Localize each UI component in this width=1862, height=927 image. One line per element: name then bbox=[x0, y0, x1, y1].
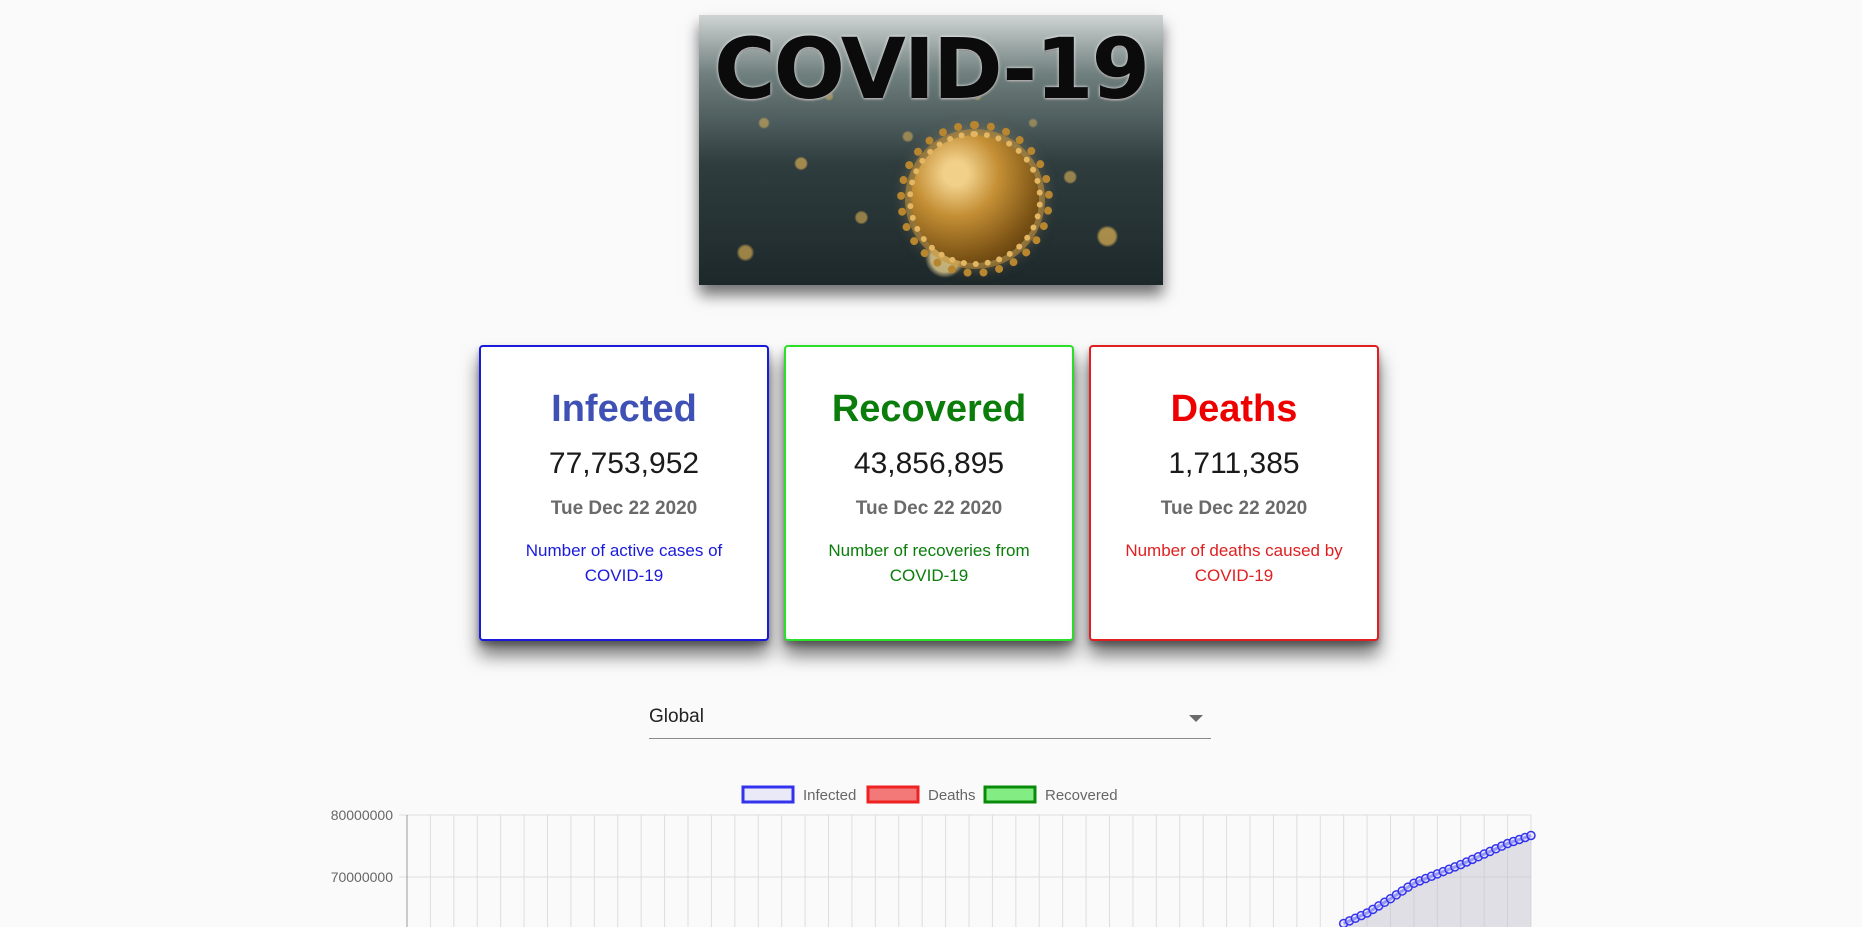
y-tick-label: 70000000 bbox=[331, 869, 394, 885]
legend-label-deaths[interactable]: Deaths bbox=[928, 787, 976, 804]
infected-date: Tue Dec 22 2020 bbox=[550, 497, 698, 519]
data-point-infected bbox=[1356, 910, 1366, 921]
data-point-infected bbox=[1491, 844, 1501, 854]
recovered-description: Number of recoveries from COVID-19 bbox=[828, 540, 1030, 585]
chart-grid bbox=[399, 814, 1532, 927]
data-point-infected bbox=[1473, 851, 1484, 862]
chart-series bbox=[1338, 830, 1536, 927]
data-point-infected bbox=[1368, 904, 1378, 915]
series-area-infected bbox=[1343, 835, 1531, 927]
data-point-infected bbox=[1461, 857, 1472, 867]
page: COVID-19 Infected 77,753,952 Tue Dec 22 … bbox=[0, 0, 1862, 927]
data-point-infected bbox=[1514, 834, 1525, 845]
chart-legend: Infected Deaths Recovered bbox=[741, 785, 1118, 804]
data-point-infected bbox=[1479, 849, 1489, 859]
data-point-infected bbox=[1350, 913, 1361, 923]
data-point-infected bbox=[1374, 901, 1384, 911]
data-point-infected bbox=[1496, 841, 1507, 851]
data-point-infected bbox=[1485, 846, 1495, 857]
infected-count: 77,753,952 bbox=[548, 446, 700, 480]
data-point-infected bbox=[1432, 869, 1443, 879]
virus-icon bbox=[897, 121, 1053, 277]
covid-banner-image: COVID-19 bbox=[699, 15, 1163, 285]
country-select-value: Global bbox=[649, 706, 704, 727]
data-point-infected bbox=[1415, 876, 1425, 886]
banner-title: COVID-19 bbox=[713, 20, 1150, 118]
legend-swatch-deaths[interactable] bbox=[866, 785, 920, 804]
data-point-infected bbox=[1450, 862, 1460, 872]
data-point-infected bbox=[1526, 830, 1536, 841]
data-point-infected bbox=[1338, 918, 1349, 927]
data-point-infected bbox=[1438, 866, 1448, 877]
deaths-date: Tue Dec 22 2020 bbox=[1160, 497, 1308, 519]
recovered-title: Recovered bbox=[831, 388, 1027, 430]
data-point-infected bbox=[1502, 838, 1513, 849]
chart-y-axis: 80000000 70000000 bbox=[331, 807, 408, 927]
legend-label-infected[interactable]: Infected bbox=[803, 787, 856, 804]
recovered-count: 43,856,895 bbox=[853, 446, 1005, 480]
data-point-infected bbox=[1444, 864, 1454, 874]
recovered-date: Tue Dec 22 2020 bbox=[855, 497, 1003, 519]
data-point-infected bbox=[1362, 908, 1372, 918]
legend-swatch-recovered[interactable] bbox=[983, 785, 1037, 804]
infected-description: Number of active cases of COVID-19 bbox=[525, 540, 723, 585]
country-select[interactable]: Global bbox=[649, 700, 1211, 739]
data-point-infected bbox=[1456, 859, 1466, 870]
infected-title: Infected bbox=[551, 388, 697, 430]
data-point-infected bbox=[1409, 878, 1419, 888]
data-point-infected bbox=[1397, 886, 1407, 896]
data-point-infected bbox=[1391, 890, 1402, 900]
data-point-infected bbox=[1426, 871, 1437, 881]
data-point-infected bbox=[1467, 854, 1478, 865]
deaths-description: Number of deaths caused by COVID-19 bbox=[1125, 540, 1343, 585]
data-point-infected bbox=[1403, 882, 1413, 892]
series-line-infected bbox=[1343, 834, 1532, 925]
deaths-count: 1,711,385 bbox=[1168, 446, 1300, 480]
chevron-down-icon[interactable] bbox=[1189, 715, 1203, 722]
data-point-infected bbox=[1385, 893, 1396, 904]
deaths-card: Deaths 1,711,385 Tue Dec 22 2020 Number … bbox=[1089, 345, 1379, 641]
legend-swatch-infected[interactable] bbox=[741, 785, 795, 804]
legend-label-recovered[interactable]: Recovered bbox=[1045, 787, 1118, 804]
data-point-infected bbox=[1344, 916, 1355, 926]
data-point-infected bbox=[1379, 897, 1390, 908]
data-point-infected bbox=[1508, 836, 1519, 847]
data-point-infected bbox=[1420, 873, 1431, 884]
recovered-card: Recovered 43,856,895 Tue Dec 22 2020 Num… bbox=[784, 345, 1074, 641]
data-point-infected bbox=[1520, 832, 1530, 843]
y-tick-label: 80000000 bbox=[331, 807, 394, 823]
infected-card: Infected 77,753,952 Tue Dec 22 2020 Numb… bbox=[479, 345, 769, 641]
deaths-title: Deaths bbox=[1170, 388, 1298, 430]
